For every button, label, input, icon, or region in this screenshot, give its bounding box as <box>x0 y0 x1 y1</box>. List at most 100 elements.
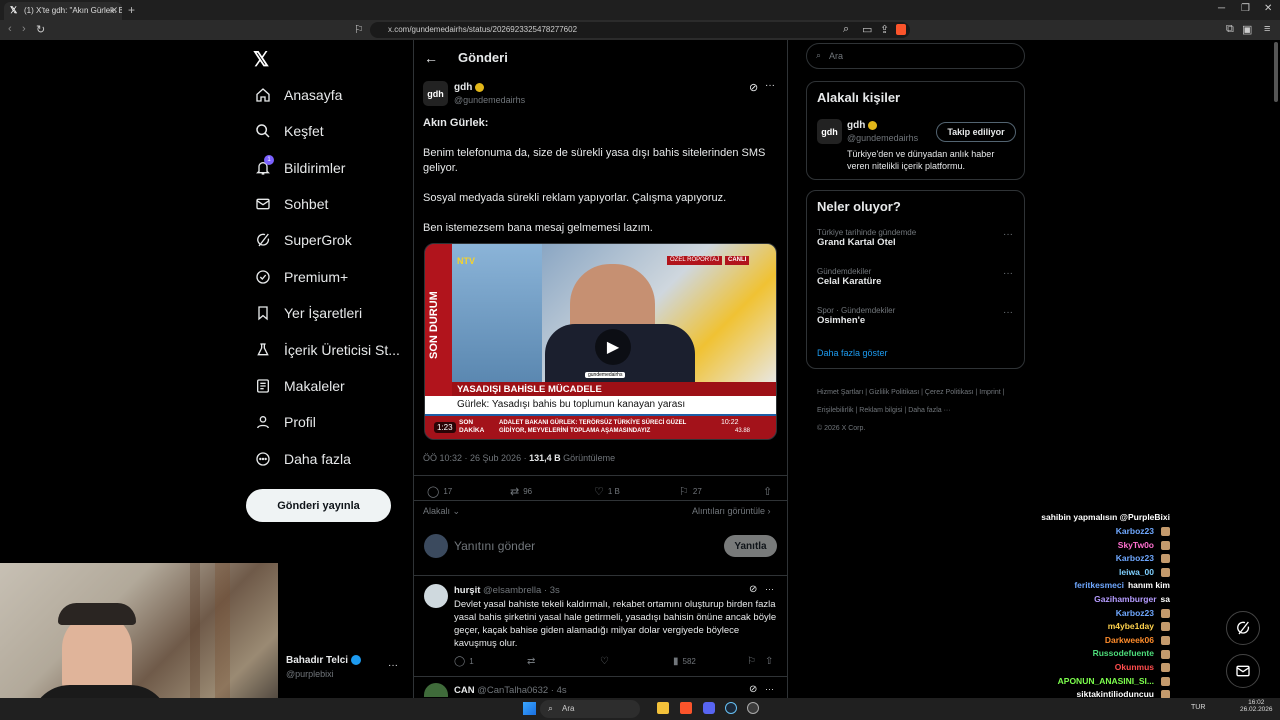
chat-emote-icon <box>1161 568 1170 578</box>
share-icon[interactable]: ⇪ <box>880 23 889 36</box>
sidebar-item-profile[interactable]: Profil <box>254 410 316 434</box>
reply-repost-action[interactable]: ⇄ <box>527 656 535 667</box>
reply-more-icon[interactable]: ··· <box>765 684 774 694</box>
repost-action[interactable]: ⇄ 96 <box>510 485 532 498</box>
reply-more-icon[interactable]: ··· <box>765 584 774 594</box>
relevance-dropdown[interactable]: Alakalı ⌄ <box>423 506 460 517</box>
search-input[interactable]: ⌕ Ara <box>806 43 1025 69</box>
post-button[interactable]: Gönderi yayınla <box>246 489 391 522</box>
sidebar-item-notifications[interactable]: 1 Bildirimler <box>254 155 345 180</box>
forward-icon[interactable]: › <box>22 23 26 35</box>
sidebar-item-home[interactable]: Anasayfa <box>254 83 342 107</box>
share-icon: ⇧ <box>765 656 774 667</box>
footer-link[interactable]: Reklam bilgisi <box>859 407 902 414</box>
reply-input[interactable]: Yanıtını gönder <box>454 539 535 553</box>
chat-text: sa <box>1160 594 1170 604</box>
trend-more-icon[interactable]: ··· <box>1003 229 1013 240</box>
x-logo-icon[interactable]: 𝕏 <box>253 47 269 72</box>
account-name[interactable]: Bahadır Telci <box>286 655 361 666</box>
sidebar-toggle-icon[interactable]: ▣ <box>1242 23 1252 36</box>
person-avatar[interactable]: gdh <box>817 119 842 144</box>
following-button[interactable]: Takip ediliyor <box>936 122 1016 142</box>
reply-reply-action[interactable]: ◯ 1 <box>454 656 474 667</box>
zoom-icon[interactable]: ⌕ <box>843 23 849 36</box>
taskbar-search[interactable]: ⌕ Ara <box>540 700 640 718</box>
trend-item[interactable]: Gündemdekiler Celal Karatüre <box>817 267 1017 287</box>
floating-grok-button[interactable] <box>1226 611 1260 645</box>
chat-message: Okunmus <box>1115 662 1170 673</box>
sidebar-item-explore[interactable]: Keşfet <box>254 119 324 143</box>
floating-messages-button[interactable] <box>1226 654 1260 688</box>
trend-more-icon[interactable]: ··· <box>1003 268 1013 279</box>
windows-start-icon[interactable] <box>523 702 536 715</box>
brave-shield-icon[interactable] <box>896 24 906 35</box>
person-name[interactable]: gdh <box>847 120 878 131</box>
grok-explain-icon[interactable]: ⊘ <box>749 81 758 94</box>
bookmark-page-icon[interactable]: ⚐ <box>354 23 364 36</box>
menu-icon[interactable]: ≡ <box>1264 23 1270 35</box>
chat-emote-icon <box>1161 676 1170 686</box>
sidebar-item-premium[interactable]: Premium+ <box>254 265 348 289</box>
footer-link[interactable]: Imprint <box>979 389 1000 396</box>
new-tab-icon[interactable]: + <box>128 3 135 17</box>
reload-icon[interactable]: ↻ <box>36 23 45 36</box>
repost-icon: ⇄ <box>510 486 520 498</box>
cast-icon[interactable]: ▭ <box>862 23 872 36</box>
show-more-link[interactable]: Daha fazla göster <box>817 348 888 358</box>
share-action[interactable]: ⇧ <box>763 485 772 498</box>
minimize-icon[interactable]: ─ <box>1218 3 1225 14</box>
grok-explain-icon[interactable]: ⊘ <box>749 684 757 695</box>
browser-tab[interactable]: 𝕏 (1) X'te gdh: "Akın Gürlek: Benim ✕ <box>4 2 122 20</box>
chat-username: Darkweek06 <box>1104 634 1154 645</box>
sidebar-item-articles[interactable]: Makaleler <box>254 374 345 398</box>
reply-share-action[interactable]: ⇧ <box>765 656 773 667</box>
brave-icon[interactable] <box>680 702 692 714</box>
discord-icon[interactable] <box>703 702 715 714</box>
sidebar-item-bookmarks[interactable]: Yer İşaretleri <box>254 301 362 325</box>
footer-link[interactable]: Daha fazla ··· <box>908 407 950 414</box>
tweet-video[interactable]: SON DURUM NTV ÖZEL RÖPORTAJ CANLI ▶ gund… <box>424 243 777 440</box>
webcam-overlay <box>0 563 278 720</box>
reply-button[interactable]: Yanıtla <box>724 535 777 557</box>
obs-icon[interactable] <box>747 702 759 714</box>
view-quotes-link[interactable]: Alıntıları görüntüle › <box>692 506 771 516</box>
author-handle[interactable]: @gundemedairhs <box>454 95 525 105</box>
trend-item[interactable]: Spor · Gündemdekiler Osimhen'e <box>817 306 1017 326</box>
footer-link[interactable]: Erişilebilirlik <box>817 407 854 414</box>
mail-icon <box>254 195 272 213</box>
trend-item[interactable]: Türkiye tarihinde gündemde Grand Kartal … <box>817 228 1017 248</box>
grok-explain-icon[interactable]: ⊘ <box>749 584 757 595</box>
back-arrow-icon[interactable]: ← <box>424 50 438 66</box>
sidebar-item-supergrok[interactable]: SuperGrok <box>254 228 352 252</box>
reply-avatar[interactable] <box>424 584 448 608</box>
explorer-icon[interactable] <box>657 702 669 714</box>
reply-views-action[interactable]: ▮ 582 <box>673 656 696 667</box>
maximize-icon[interactable]: ❐ <box>1241 3 1250 14</box>
steam-icon[interactable] <box>725 702 737 714</box>
author-avatar[interactable]: gdh <box>423 81 448 106</box>
sidebar-item-chat[interactable]: Sohbet <box>254 192 328 216</box>
footer-link[interactable]: Hizmet Şartları <box>817 389 863 396</box>
back-icon[interactable]: ‹ <box>8 23 12 35</box>
tab-close-icon[interactable]: ✕ <box>110 5 118 16</box>
account-more-icon[interactable]: ··· <box>388 660 398 671</box>
url-field[interactable]: x.com/gundemedairhs/status/2026923325478… <box>370 22 910 38</box>
bookmark-action[interactable]: ⚐ 27 <box>679 485 702 498</box>
footer-link[interactable]: Gizlilik Politikası <box>869 389 919 396</box>
reply-bookmark-action[interactable]: ⚐ <box>747 656 756 667</box>
extensions-icon[interactable]: ⧉ <box>1226 23 1234 36</box>
scrollbar-thumb[interactable] <box>1274 42 1278 102</box>
language-indicator[interactable]: TUR <box>1191 704 1205 711</box>
trend-more-icon[interactable]: ··· <box>1003 307 1013 318</box>
sidebar-item-more[interactable]: Daha fazla <box>254 447 351 471</box>
clock[interactable]: 16:02 26.02.2026 <box>1240 699 1273 713</box>
reply-like-action[interactable]: ♡ <box>600 656 613 667</box>
tweet-more-icon[interactable]: ··· <box>765 80 775 91</box>
like-action[interactable]: ♡ 1 B <box>594 485 620 498</box>
author-name[interactable]: gdh <box>454 82 485 93</box>
footer-link[interactable]: Çerez Politikası <box>925 389 974 396</box>
play-icon[interactable]: ▶ <box>595 329 631 365</box>
reply-action[interactable]: ◯ 17 <box>427 485 452 498</box>
sidebar-item-creator-studio[interactable]: İçerik Üreticisi St... <box>254 338 400 362</box>
window-close-icon[interactable]: ✕ <box>1264 3 1272 14</box>
